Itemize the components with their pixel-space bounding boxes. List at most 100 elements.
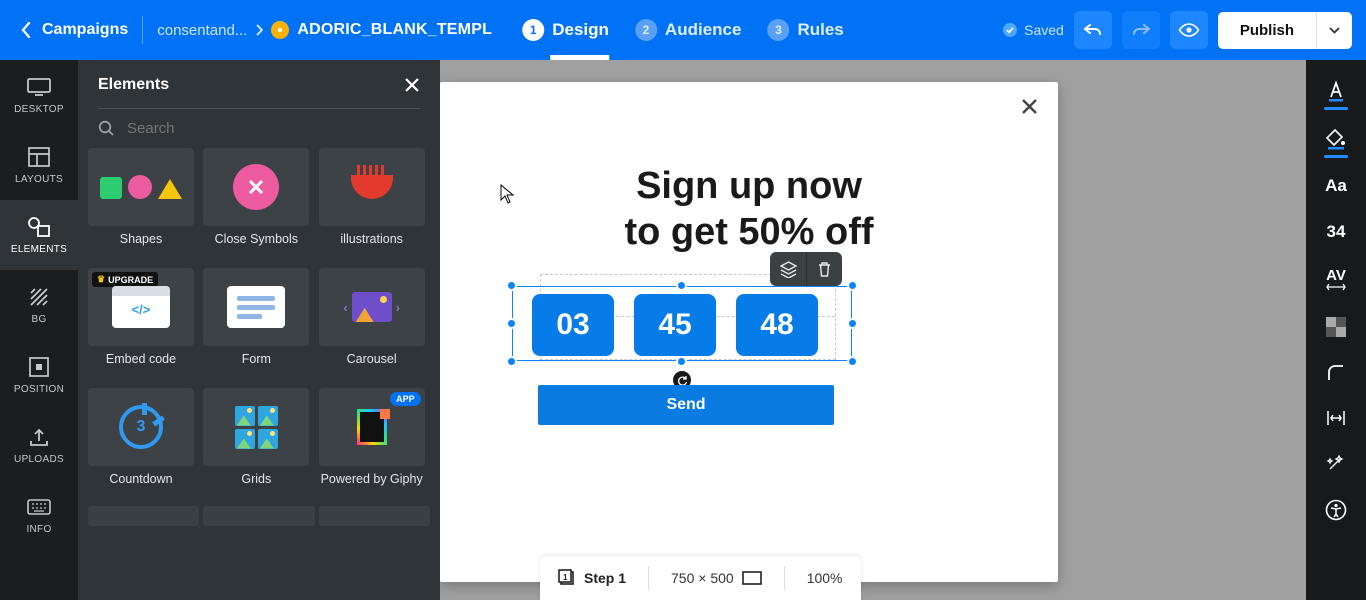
sidebar-item-info[interactable]: INFO: [0, 480, 78, 550]
text-color-tool[interactable]: [1306, 80, 1366, 102]
delete-button[interactable]: [806, 252, 842, 286]
checker-icon: [1326, 317, 1346, 337]
elements-panel: Elements Shapes Close Symbols illustrati…: [78, 60, 440, 600]
sidebar-item-uploads[interactable]: UPLOADS: [0, 410, 78, 480]
search-input[interactable]: [125, 119, 420, 138]
timer-selection[interactable]: 03 45 48: [512, 286, 852, 361]
selection-outline: [512, 286, 852, 361]
element-carousel[interactable]: ‹› Carousel: [319, 268, 425, 384]
sidebar-label: BG: [31, 314, 46, 325]
canvas-dimensions[interactable]: 750 × 500: [671, 570, 762, 586]
fill-icon: [1325, 128, 1347, 150]
search-field[interactable]: [78, 119, 440, 148]
card-label: Carousel: [347, 352, 397, 384]
tab-design[interactable]: 1 Design: [522, 0, 609, 60]
grids-icon: [235, 406, 278, 449]
transparency-tool[interactable]: [1306, 317, 1366, 337]
top-bar: Campaigns consentand... ADORIC_BLANK_TEM…: [0, 0, 1366, 60]
sidebar-item-desktop[interactable]: DESKTOP: [0, 60, 78, 130]
undo-button[interactable]: [1074, 11, 1112, 49]
keyboard-icon: [27, 495, 51, 519]
element-close-symbols[interactable]: Close Symbols: [203, 148, 309, 264]
font-family-tool[interactable]: Aa: [1306, 176, 1366, 196]
tab-number: 1: [522, 19, 544, 41]
app-badge: APP: [390, 392, 421, 406]
shapes-icon: [100, 175, 182, 199]
tab-rules[interactable]: 3 Rules: [767, 0, 843, 60]
resize-handle[interactable]: [506, 318, 517, 329]
publish-dropdown[interactable]: [1316, 12, 1352, 49]
sidebar-item-position[interactable]: POSITION: [0, 340, 78, 410]
element-illustrations[interactable]: illustrations: [319, 148, 425, 264]
dimensions-value: 750 × 500: [671, 570, 734, 586]
breadcrumb-current[interactable]: ADORIC_BLANK_TEMPL: [297, 21, 492, 39]
font-size-value: 34: [1327, 222, 1346, 242]
back-arrow[interactable]: [16, 22, 36, 38]
resize-handle[interactable]: [676, 280, 687, 291]
panel-title: Elements: [98, 76, 169, 94]
corner-radius-tool[interactable]: [1306, 363, 1366, 383]
resize-handle[interactable]: [847, 318, 858, 329]
svg-text:1: 1: [563, 573, 568, 582]
right-sidebar: Aa 34 AV: [1306, 60, 1366, 600]
breadcrumb-parent[interactable]: consentand...: [157, 22, 247, 39]
popup-heading[interactable]: Sign up now to get 50% off: [440, 164, 1058, 255]
popup-preview[interactable]: Sign up now to get 50% off 03 45 48: [440, 82, 1058, 582]
send-button[interactable]: Send: [538, 385, 834, 425]
step-label: Step 1: [584, 570, 626, 586]
font-size-tool[interactable]: 34: [1306, 222, 1366, 242]
rotate-icon: [677, 375, 688, 386]
saved-label: Saved: [1024, 22, 1064, 38]
sidebar-item-layouts[interactable]: LAYOUTS: [0, 130, 78, 200]
sidebar-label: ELEMENTS: [11, 244, 67, 255]
element-grids[interactable]: Grids: [203, 388, 309, 504]
publish-button[interactable]: Publish: [1218, 12, 1316, 49]
letter-spacing-tool[interactable]: AV: [1306, 268, 1366, 291]
resize-handle[interactable]: [506, 356, 517, 367]
tab-audience[interactable]: 2 Audience: [635, 0, 742, 60]
element-embed-code[interactable]: ♛UPGRADE </> Embed code: [88, 268, 194, 384]
breadcrumb-root[interactable]: Campaigns: [42, 21, 128, 39]
panel-close-button[interactable]: [404, 77, 420, 93]
kerning-label: AV: [1326, 268, 1346, 283]
card-label: Close Symbols: [215, 232, 298, 264]
publish-split-button: Publish: [1218, 12, 1352, 49]
resize-handle[interactable]: [847, 356, 858, 367]
card-label: Countdown: [109, 472, 172, 504]
sidebar-item-elements[interactable]: ELEMENTS: [0, 200, 78, 270]
left-sidebar: DESKTOP LAYOUTS ELEMENTS BG POSITION UPL…: [0, 60, 78, 600]
accessibility-tool[interactable]: [1306, 499, 1366, 521]
code-icon: </>: [112, 286, 170, 328]
element-shapes[interactable]: Shapes: [88, 148, 194, 264]
spacing-tool[interactable]: [1306, 409, 1366, 427]
sidebar-label: UPLOADS: [14, 454, 64, 465]
upgrade-badge: ♛UPGRADE: [92, 272, 158, 287]
resize-handle[interactable]: [847, 280, 858, 291]
tab-label: Rules: [797, 20, 843, 40]
resize-handle[interactable]: [676, 356, 687, 367]
wand-icon: [1326, 453, 1346, 473]
resize-handle[interactable]: [506, 280, 517, 291]
zoom-level[interactable]: 100%: [807, 570, 843, 586]
card-label: Shapes: [120, 232, 162, 264]
canvas[interactable]: Sign up now to get 50% off 03 45 48: [440, 60, 1306, 600]
step-indicator[interactable]: 1 Step 1: [558, 569, 626, 587]
fill-color-tool[interactable]: [1306, 128, 1366, 150]
redo-button[interactable]: [1122, 11, 1160, 49]
bg-icon: [28, 285, 50, 309]
tab-label: Audience: [665, 20, 742, 40]
popup-close-button[interactable]: [1021, 98, 1038, 115]
element-form[interactable]: Form: [203, 268, 309, 384]
magic-tool[interactable]: [1306, 453, 1366, 473]
sidebar-item-bg[interactable]: BG: [0, 270, 78, 340]
close-symbol-icon: [233, 164, 279, 210]
trash-icon: [817, 261, 832, 277]
tab-number: 3: [767, 19, 789, 41]
layouts-icon: [28, 145, 50, 169]
layers-button[interactable]: [770, 252, 806, 286]
preview-button[interactable]: [1170, 11, 1208, 49]
element-countdown[interactable]: 3 Countdown: [88, 388, 194, 504]
mouse-cursor-icon: [500, 184, 514, 204]
sidebar-label: LAYOUTS: [15, 174, 63, 185]
element-giphy[interactable]: APP Powered by Giphy: [319, 388, 425, 504]
